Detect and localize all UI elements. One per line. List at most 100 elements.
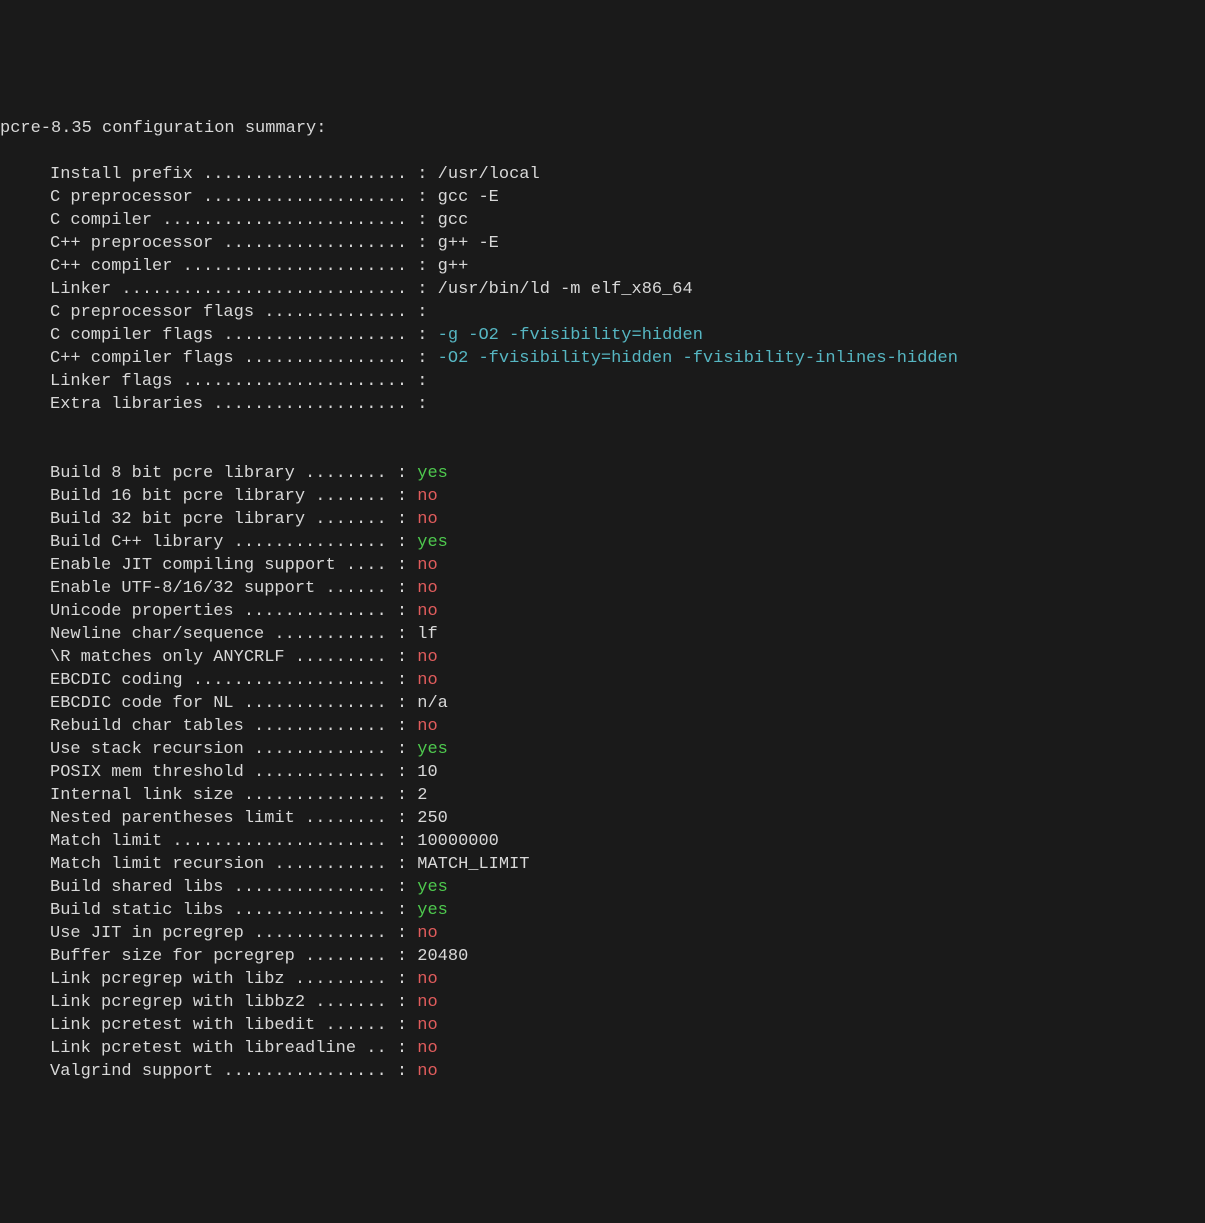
compiler-value: /usr/bin/ld -m elf_x86_64 [438,280,693,299]
option-value: no [417,1062,437,1081]
option-label: EBCDIC coding ................... : [50,671,407,690]
option-label: Build static libs ............... : [50,901,407,920]
option-value: no [417,487,437,506]
option-row: Buffer size for pcregrep ........ : 2048… [0,945,1205,968]
compiler-row: C compiler flags .................. : -g… [0,324,1205,347]
compiler-row: C++ compiler ...................... : g+… [0,255,1205,278]
option-row: EBCDIC coding ................... : no [0,669,1205,692]
compiler-value: gcc -E [438,188,499,207]
compiler-row: Linker ............................ : /u… [0,278,1205,301]
compiler-label: C compiler ........................ : [50,211,427,230]
option-label: \R matches only ANYCRLF ......... : [50,648,407,667]
compiler-row: C preprocessor .................... : gc… [0,186,1205,209]
option-row: Nested parentheses limit ........ : 250 [0,807,1205,830]
option-row: \R matches only ANYCRLF ......... : no [0,646,1205,669]
option-value: no [417,1039,437,1058]
option-row: Link pcregrep with libz ......... : no [0,968,1205,991]
option-value: yes [417,740,448,759]
compiler-row: Install prefix .................... : /u… [0,163,1205,186]
option-label: Unicode properties .............. : [50,602,407,621]
option-label: Build C++ library ............... : [50,533,407,552]
config-section-compiler: Install prefix .................... : /u… [0,163,1205,416]
option-label: Link pcretest with libedit ...... : [50,1016,407,1035]
option-row: Valgrind support ................ : no [0,1060,1205,1083]
option-label: POSIX mem threshold ............. : [50,763,407,782]
option-row: Newline char/sequence ........... : lf [0,623,1205,646]
option-row: Match limit recursion ........... : MATC… [0,853,1205,876]
option-row: Use stack recursion ............. : yes [0,738,1205,761]
option-row: Link pcretest with libreadline .. : no [0,1037,1205,1060]
option-row: EBCDIC code for NL .............. : n/a [0,692,1205,715]
option-value: yes [417,878,448,897]
option-row: Rebuild char tables ............. : no [0,715,1205,738]
option-value: 250 [417,809,448,828]
option-label: Match limit recursion ........... : [50,855,407,874]
compiler-row: C++ compiler flags ................ : -O… [0,347,1205,370]
option-label: Build 16 bit pcre library ....... : [50,487,407,506]
option-value: MATCH_LIMIT [417,855,529,874]
option-value: no [417,717,437,736]
option-value: no [417,648,437,667]
option-label: Build 32 bit pcre library ....... : [50,510,407,529]
compiler-label: C++ compiler flags ................ : [50,349,427,368]
option-label: Match limit ..................... : [50,832,407,851]
option-value: yes [417,901,448,920]
compiler-value: g++ [438,257,469,276]
compiler-value: /usr/local [438,165,540,184]
compiler-value: gcc [438,211,469,230]
option-value: 2 [417,786,427,805]
compiler-row: C compiler ........................ : gc… [0,209,1205,232]
compiler-label: C++ compiler ...................... : [50,257,427,276]
option-label: Use JIT in pcregrep ............. : [50,924,407,943]
option-label: Build 8 bit pcre library ........ : [50,464,407,483]
option-row: Build C++ library ............... : yes [0,531,1205,554]
option-value: 20480 [417,947,468,966]
option-value: n/a [417,694,448,713]
option-value: no [417,556,437,575]
option-label: Internal link size .............. : [50,786,407,805]
option-value: yes [417,464,448,483]
compiler-label: Linker flags ...................... : [50,372,427,391]
config-section-options: Build 8 bit pcre library ........ : yesB… [0,462,1205,1083]
option-label: Buffer size for pcregrep ........ : [50,947,407,966]
option-value: no [417,510,437,529]
option-row: Internal link size .............. : 2 [0,784,1205,807]
compiler-label: C++ preprocessor .................. : [50,234,427,253]
option-row: Build shared libs ............... : yes [0,876,1205,899]
option-row: Build static libs ............... : yes [0,899,1205,922]
option-value: 10000000 [417,832,499,851]
compiler-value: g++ -E [438,234,499,253]
compiler-value: -g -O2 -fvisibility=hidden [438,326,703,345]
option-row: Enable JIT compiling support .... : no [0,554,1205,577]
config-header: pcre-8.35 configuration summary: [0,119,326,138]
compiler-value: -O2 -fvisibility=hidden -fvisibility-inl… [438,349,958,368]
option-row: POSIX mem threshold ............. : 10 [0,761,1205,784]
option-row: Build 8 bit pcre library ........ : yes [0,462,1205,485]
compiler-row: Extra libraries ................... : [0,393,1205,416]
compiler-row: C++ preprocessor .................. : g+… [0,232,1205,255]
option-label: Link pcregrep with libz ......... : [50,970,407,989]
option-value: no [417,602,437,621]
option-label: Nested parentheses limit ........ : [50,809,407,828]
option-label: Link pcretest with libreadline .. : [50,1039,407,1058]
compiler-label: Linker ............................ : [50,280,427,299]
option-row: Match limit ..................... : 1000… [0,830,1205,853]
compiler-label: C preprocessor .................... : [50,188,427,207]
compiler-row: Linker flags ...................... : [0,370,1205,393]
option-value: no [417,924,437,943]
option-label: Newline char/sequence ........... : [50,625,407,644]
option-row: Build 32 bit pcre library ....... : no [0,508,1205,531]
option-row: Link pcretest with libedit ...... : no [0,1014,1205,1037]
option-label: EBCDIC code for NL .............. : [50,694,407,713]
option-label: Enable JIT compiling support .... : [50,556,407,575]
terminal-output: pcre-8.35 configuration summary: Install… [0,94,1205,1106]
option-label: Rebuild char tables ............. : [50,717,407,736]
option-label: Enable UTF-8/16/32 support ...... : [50,579,407,598]
option-value: no [417,970,437,989]
option-value: 10 [417,763,437,782]
option-value: yes [417,533,448,552]
option-label: Build shared libs ............... : [50,878,407,897]
compiler-label: C compiler flags .................. : [50,326,427,345]
compiler-label: C preprocessor flags .............. : [50,303,427,322]
option-row: Use JIT in pcregrep ............. : no [0,922,1205,945]
